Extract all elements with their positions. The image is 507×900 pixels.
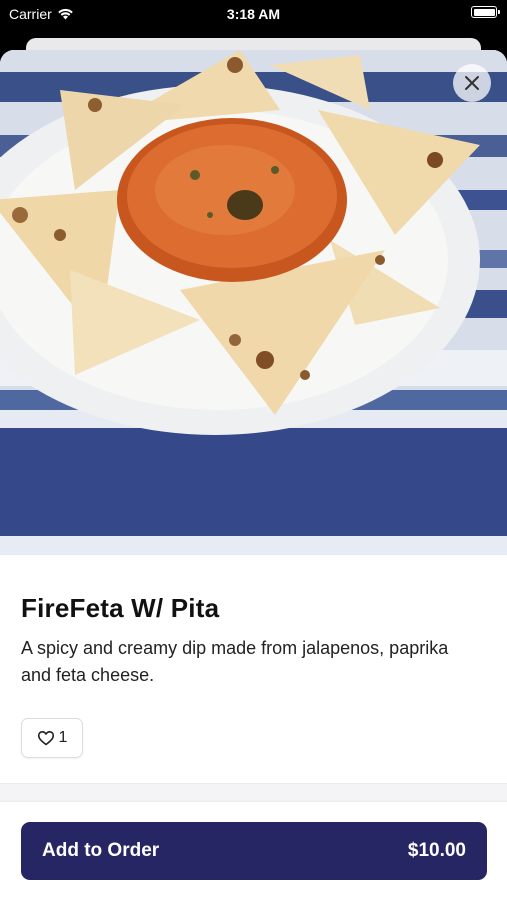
section-divider [0, 783, 507, 802]
item-title: FireFeta W/ Pita [21, 593, 220, 623]
add-to-order-button[interactable]: Add to Order $10.00 [21, 822, 487, 880]
food-photo-illustration [0, 50, 507, 555]
like-button[interactable]: 1 [21, 718, 83, 758]
add-to-order-label: Add to Order [42, 840, 160, 861]
order-price: $10.00 [407, 840, 466, 861]
close-icon [465, 76, 479, 90]
status-time: 3:18 AM [226, 6, 281, 22]
heart-icon [37, 731, 54, 746]
battery-icon [471, 6, 500, 18]
close-button[interactable] [453, 64, 491, 102]
status-bar: Carrier 3:18 AM [0, 0, 507, 30]
item-description: A spicy and creamy dip made from jalapen… [21, 638, 449, 685]
like-count: 1 [58, 729, 68, 746]
item-photo [0, 50, 507, 555]
item-detail-sheet: FireFeta W/ Pita A spicy and creamy dip … [0, 50, 507, 900]
